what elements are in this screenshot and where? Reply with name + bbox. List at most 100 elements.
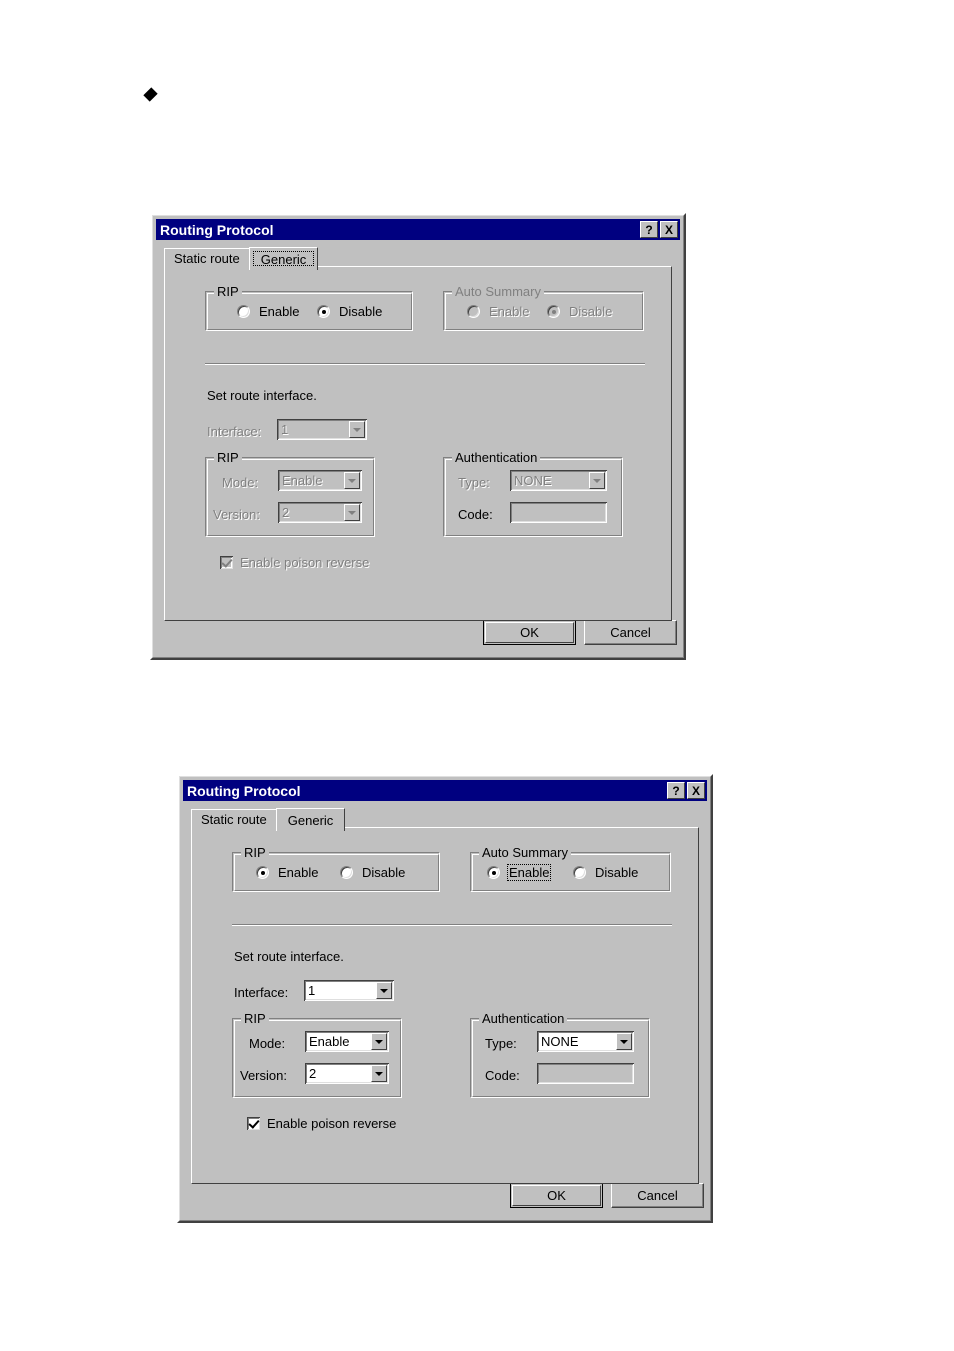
rip-mode-dropdown[interactable]: Enable [278, 470, 362, 491]
auth-code-label: Code: [485, 1068, 520, 1083]
section-separator [232, 924, 672, 926]
interface-label: Interface: [207, 424, 262, 439]
rip-version-label: Version: [213, 507, 260, 522]
interface-label: Interface: [234, 985, 289, 1000]
chevron-down-icon[interactable] [349, 421, 365, 438]
tab-label: Static route [201, 812, 267, 827]
chevron-down-icon[interactable] [344, 504, 360, 521]
radio-indicator [340, 866, 353, 879]
interface-dropdown[interactable]: 1 [304, 980, 394, 1001]
auto-summary-disable-radio[interactable]: Disable [573, 864, 640, 881]
rip-disable-radio[interactable]: Disable [340, 864, 407, 881]
rip-version-label: Version: [240, 1068, 287, 1083]
auto-summary-disable-radio[interactable]: Disable [547, 303, 614, 320]
checkbox-indicator [247, 1117, 260, 1130]
rip-mode-label: Mode: [249, 1036, 286, 1051]
checkbox-indicator [220, 556, 233, 569]
auto-summary-disable-label: Disable [595, 865, 639, 880]
cancel-button-label: Cancel [610, 625, 651, 640]
tab-focus-ring [252, 251, 315, 266]
close-icon[interactable]: X [687, 782, 705, 799]
tab-label: Static route [174, 251, 240, 266]
authentication-group-title: Authentication [479, 1011, 568, 1026]
routing-protocol-dialog-disabled: Routing Protocol ? X Static route Generi… [150, 213, 686, 660]
rip-group-title: RIP [214, 284, 242, 299]
interface-dropdown[interactable]: 1 [277, 419, 367, 440]
rip-mode-dropdown[interactable]: Enable [305, 1031, 389, 1052]
auth-type-value: NONE [514, 473, 552, 488]
help-icon[interactable]: ? [640, 221, 658, 238]
auto-summary-enable-radio[interactable]: Enable [467, 303, 531, 320]
auth-type-label: Type: [458, 475, 490, 490]
tab-label: Generic [287, 812, 334, 828]
ok-button[interactable]: OK [510, 1183, 603, 1208]
cancel-button[interactable]: Cancel [611, 1183, 704, 1208]
tab-panel-generic: RIP Enable Disable Auto Summary Enable D… [164, 266, 672, 621]
rip-version-value: 2 [309, 1066, 317, 1081]
poison-reverse-label: Enable poison reverse [267, 1116, 397, 1131]
poison-reverse-checkbox[interactable]: Enable poison reverse [247, 1116, 396, 1131]
auto-summary-enable-radio[interactable]: Enable [487, 864, 552, 881]
rip-group-title: RIP [241, 845, 269, 860]
rip-disable-label: Disable [362, 865, 406, 880]
auth-code-input[interactable] [537, 1063, 634, 1084]
chevron-down-icon[interactable] [344, 472, 360, 489]
rip-enable-label: Enable [278, 865, 319, 880]
authentication-group-title: Authentication [452, 450, 541, 465]
radio-indicator [317, 305, 330, 318]
auth-type-dropdown[interactable]: NONE [510, 470, 607, 491]
rip-mode-value: Enable [309, 1034, 350, 1049]
tabstrip: Static route Generic [191, 807, 707, 831]
radio-indicator [547, 305, 560, 318]
rip-disable-radio[interactable]: Disable [317, 303, 384, 320]
authentication-group: Authentication [443, 450, 623, 537]
rip-version-dropdown[interactable]: 2 [305, 1063, 389, 1084]
poison-reverse-checkbox[interactable]: Enable poison reverse [220, 555, 369, 570]
tab-generic[interactable]: Generic [275, 808, 346, 831]
chevron-down-icon[interactable] [371, 1065, 387, 1082]
rip-version-value: 2 [282, 505, 290, 520]
radio-indicator [237, 305, 250, 318]
cancel-button[interactable]: Cancel [584, 620, 677, 645]
dialog-title: Routing Protocol [160, 221, 274, 238]
auth-type-label: Type: [485, 1036, 517, 1051]
dialog-title: Routing Protocol [187, 782, 301, 799]
radio-indicator [487, 866, 500, 879]
interface-value: 1 [281, 422, 289, 437]
tab-generic[interactable]: Generic [248, 247, 319, 270]
close-icon[interactable]: X [660, 221, 678, 238]
auth-type-value: NONE [541, 1034, 579, 1049]
dialog-titlebar: Routing Protocol ? X [183, 780, 707, 801]
auth-code-label: Code: [458, 507, 493, 522]
instruction-text: Set route interface. [234, 949, 344, 964]
radio-indicator [256, 866, 269, 879]
auto-summary-enable-label: Enable [507, 864, 552, 881]
rip-version-dropdown[interactable]: 2 [278, 502, 362, 523]
ok-button-label: OK [547, 1188, 566, 1203]
radio-indicator [573, 866, 586, 879]
rip-mode-value: Enable [282, 473, 323, 488]
tab-static-route[interactable]: Static route [164, 248, 250, 268]
rip-enable-radio[interactable]: Enable [256, 864, 320, 881]
auth-type-dropdown[interactable]: NONE [537, 1031, 634, 1052]
rip-interface-group-title: RIP [214, 450, 242, 465]
routing-protocol-dialog-enabled: Routing Protocol ? X Static route Generi… [177, 774, 713, 1223]
tab-static-route[interactable]: Static route [191, 809, 277, 829]
auto-summary-disable-label: Disable [569, 304, 613, 319]
poison-reverse-label: Enable poison reverse [240, 555, 370, 570]
chevron-down-icon[interactable] [376, 982, 392, 999]
auth-code-input[interactable] [510, 502, 607, 523]
rip-interface-group: RIP [205, 450, 375, 537]
auto-summary-group-title: Auto Summary [479, 845, 571, 860]
dialog-titlebar: Routing Protocol ? X [156, 219, 680, 240]
chevron-down-icon[interactable] [589, 472, 605, 489]
auto-summary-group-title: Auto Summary [452, 284, 544, 299]
help-icon[interactable]: ? [667, 782, 685, 799]
rip-enable-label: Enable [259, 304, 300, 319]
ok-button[interactable]: OK [483, 620, 576, 645]
chevron-down-icon[interactable] [371, 1033, 387, 1050]
tabstrip: Static route Generic [164, 246, 680, 270]
interface-value: 1 [308, 983, 316, 998]
chevron-down-icon[interactable] [616, 1033, 632, 1050]
rip-enable-radio[interactable]: Enable [237, 303, 301, 320]
